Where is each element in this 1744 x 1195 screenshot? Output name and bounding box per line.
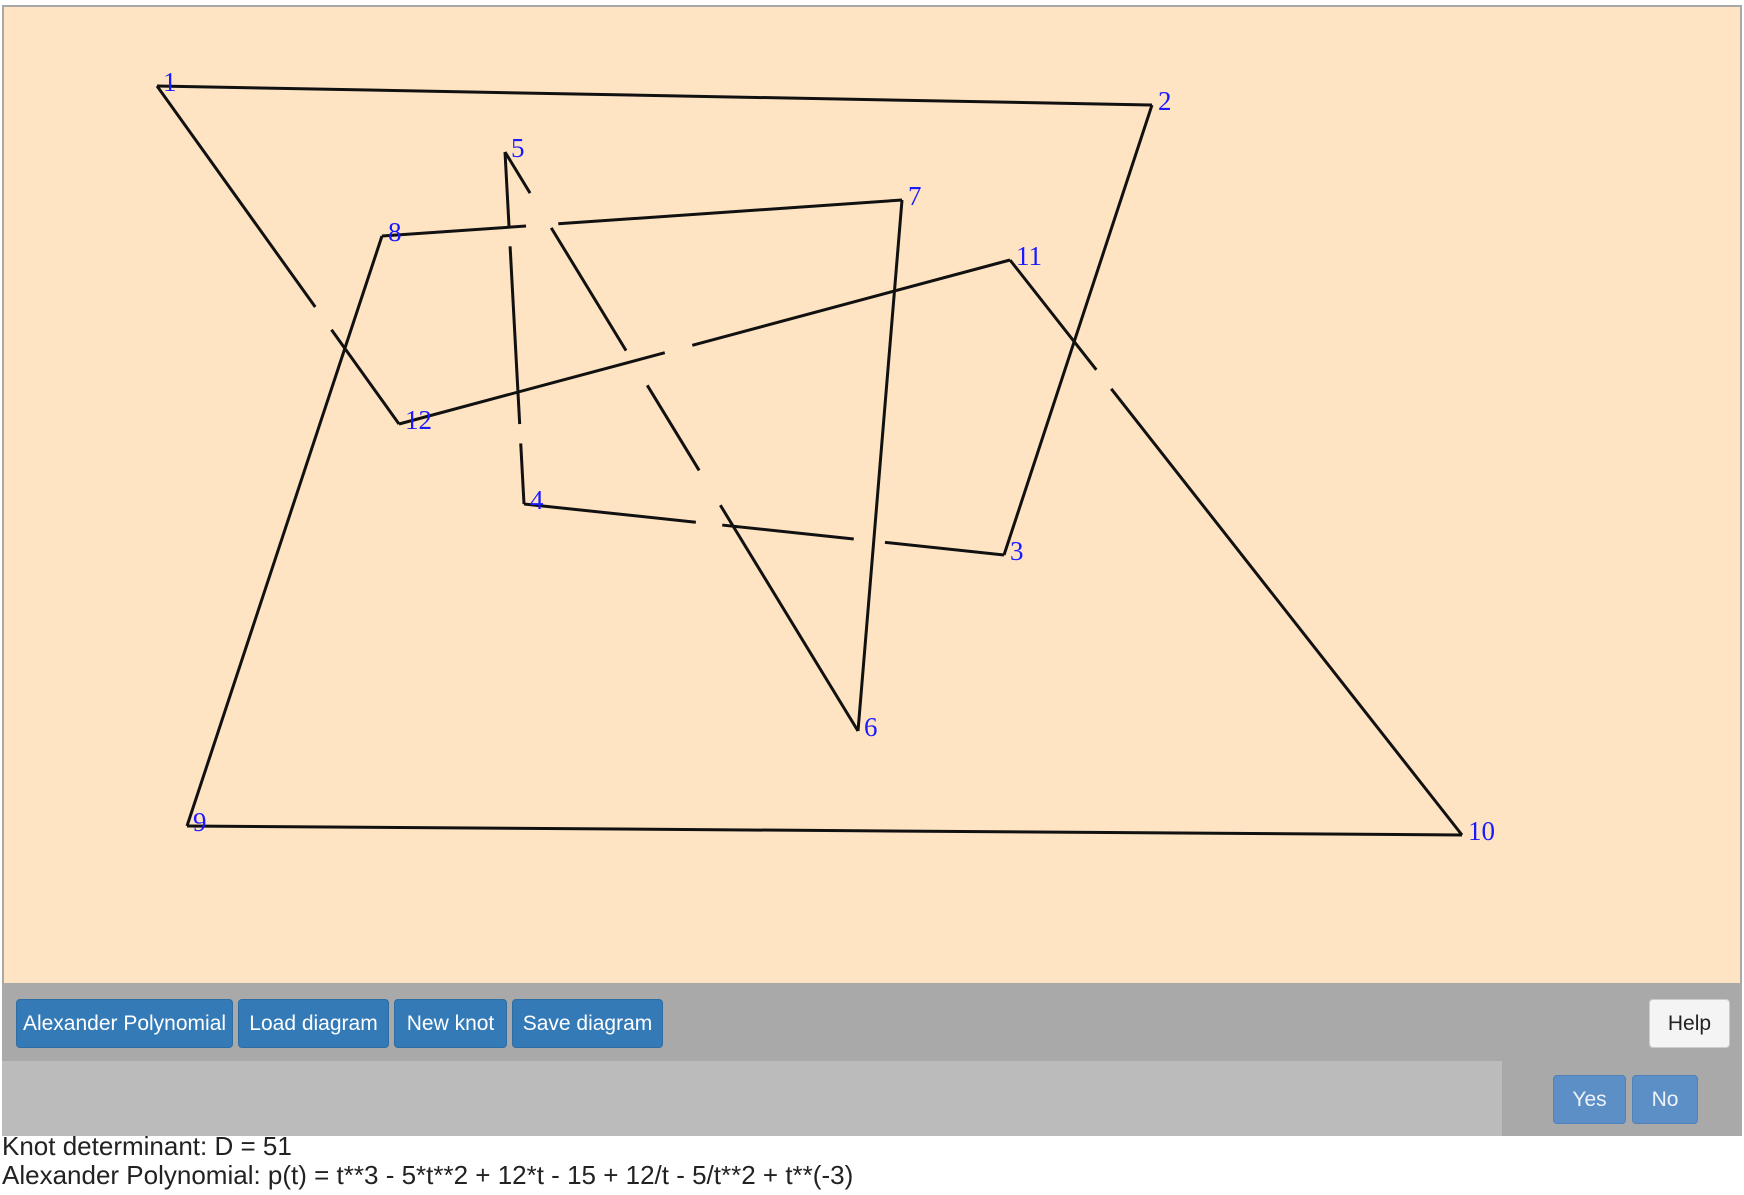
knot-edge-1-2[interactable] [156, 84, 1153, 107]
knot-edge-segment [884, 540, 1005, 557]
new-knot-button[interactable]: New knot [394, 999, 507, 1048]
knot-edge-segment [549, 227, 628, 352]
knot-edge-segment [856, 199, 904, 732]
knot-edge-9-10[interactable] [186, 824, 1463, 837]
vertex-label-1[interactable]: 1 [163, 67, 177, 97]
knot-edge-segment [645, 384, 701, 472]
vertex-label-3[interactable]: 3 [1010, 536, 1024, 566]
knot-edge-11-12[interactable] [398, 258, 1011, 426]
knot-edge-10-11[interactable] [1008, 259, 1464, 836]
knot-edge-segment [558, 198, 903, 226]
vertex-label-7[interactable]: 7 [908, 181, 922, 211]
vertex-label-10[interactable]: 10 [1468, 816, 1495, 846]
yes-button[interactable]: Yes [1553, 1075, 1626, 1124]
knot-edge-7-8[interactable] [381, 198, 903, 238]
alexander-polynomial-text: Alexander Polynomial: p(t) = t**3 - 5*t*… [2, 1160, 854, 1190]
knot-edge-3-4[interactable] [523, 502, 1005, 557]
alexander-polynomial-button[interactable]: Alexander Polynomial [16, 999, 233, 1048]
help-button[interactable]: Help [1649, 999, 1730, 1048]
vertex-label-5[interactable]: 5 [511, 133, 525, 163]
knot-edge-segment [1110, 387, 1464, 836]
vertex-label-8[interactable]: 8 [388, 217, 402, 247]
knot-diagram[interactable]: 123456789 101112 [4, 7, 1740, 983]
knot-edge-8-9[interactable] [185, 235, 384, 827]
knot-edge-segment [156, 84, 1153, 107]
knot-edge-segment [523, 502, 696, 524]
load-diagram-button[interactable]: Load diagram [238, 999, 389, 1048]
knot-edge-segment [381, 224, 527, 238]
knot-edge-5-6[interactable] [503, 151, 860, 732]
knot-edge-segment [519, 443, 526, 505]
knot-edge-segment [330, 328, 401, 425]
knot-edge-segment [691, 258, 1011, 347]
vertex-label-2[interactable]: 2 [1158, 86, 1172, 116]
dialog-message [2, 1061, 1502, 1136]
knot-edge-segment [719, 504, 860, 732]
save-diagram-button[interactable]: Save diagram [512, 999, 663, 1048]
knot-edge-segment [508, 246, 522, 425]
knot-edge-4-5[interactable] [503, 151, 526, 505]
vertex-label-11[interactable]: 11 [1016, 241, 1042, 271]
knot-canvas[interactable]: 1 2 3 4 5 6 7 8 9 10 11 12 [2, 5, 1742, 985]
knot-edge-segment [503, 151, 511, 228]
knot-edge-12-1[interactable] [155, 85, 401, 425]
knot-edge-segment [155, 85, 317, 308]
knot-edge-6-7[interactable] [856, 199, 904, 732]
vertex-label-12[interactable]: 12 [405, 405, 432, 435]
knot-determinant-text: Knot determinant: D = 51 [2, 1131, 292, 1161]
knot-edge-segment [398, 351, 666, 426]
vertex-label-9[interactable]: 9 [193, 807, 207, 837]
toolbar: Alexander Polynomial Load diagram New kn… [2, 983, 1742, 1061]
knot-edge-segment [722, 523, 854, 541]
knot-edge-segment [1002, 104, 1154, 556]
vertex-label-6[interactable]: 6 [864, 712, 878, 742]
knot-edge-2-3[interactable] [1002, 104, 1154, 556]
output-panel: Knot determinant: D = 51 Alexander Polyn… [2, 1132, 853, 1190]
vertex-label-4[interactable]: 4 [530, 485, 544, 515]
no-button[interactable]: No [1632, 1075, 1698, 1124]
dialog-bar: Yes No [2, 1061, 1742, 1136]
knot-edge-segment [185, 235, 384, 827]
knot-edge-segment [186, 824, 1463, 837]
